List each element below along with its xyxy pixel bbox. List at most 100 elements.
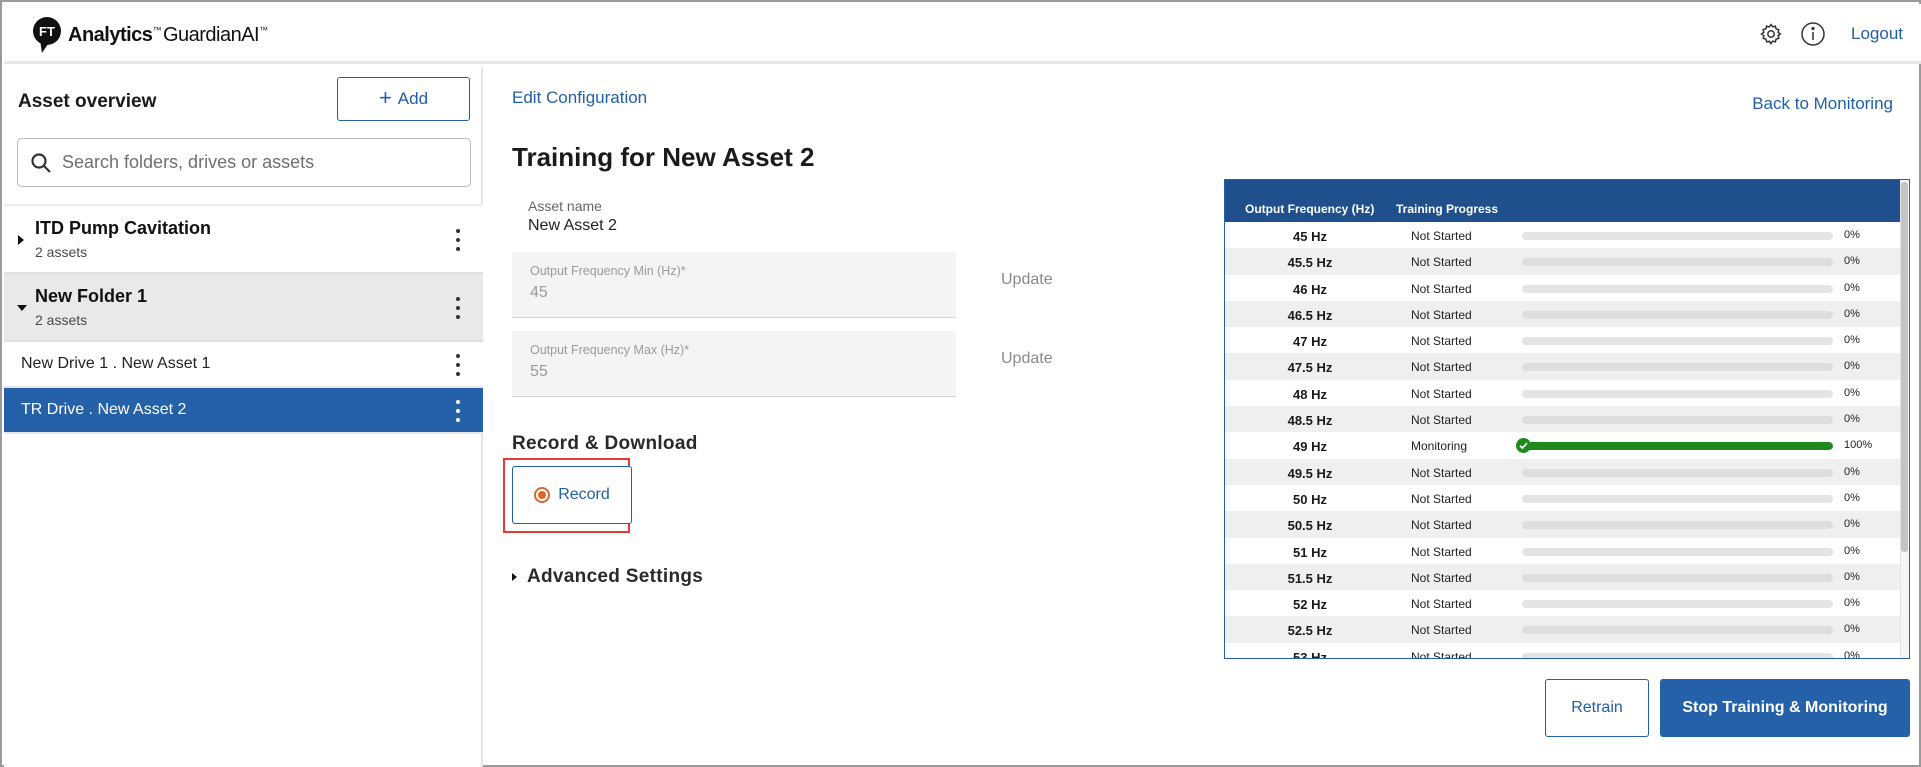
table-row: 51 Hz Not Started 0% [1225, 538, 1900, 564]
asset-name: TR Drive . New Asset 2 [21, 401, 187, 418]
record-button-label: Record [558, 486, 610, 503]
table-row: 47.5 Hz Not Started 0% [1225, 353, 1900, 380]
logo-product: GuardianAI [162, 23, 260, 46]
logo-badge-text: FT [39, 24, 55, 39]
frequency-cell: 48 Hz [1293, 386, 1327, 402]
logo-text: Analytics ™ GuardianAI ™ [68, 24, 268, 47]
stop-training-monitoring-button[interactable]: Stop Training & Monitoring [1660, 679, 1910, 737]
header-actions: Logout [1757, 20, 1903, 48]
more-options-icon[interactable] [455, 229, 461, 251]
freq-min-input[interactable] [530, 284, 930, 302]
update-max-button[interactable]: Update [1001, 350, 1053, 368]
frequency-cell: 53 Hz [1293, 649, 1327, 659]
table-header: Output Frequency (Hz) Training Progress [1225, 180, 1900, 222]
top-header: FT Analytics ™ GuardianAI ™ Logout [4, 4, 1921, 64]
progress-bar [1522, 310, 1833, 319]
table-row: 50 Hz Not Started 0% [1225, 485, 1900, 511]
update-min-button[interactable]: Update [1001, 271, 1053, 289]
status-cell: Not Started [1411, 597, 1472, 612]
record-icon [534, 487, 551, 503]
asset-name-label: Asset name [528, 198, 602, 214]
progress-percent: 0% [1844, 229, 1860, 241]
freq-max-input[interactable] [530, 363, 930, 381]
status-cell: Not Started [1411, 465, 1472, 480]
caret-down-icon[interactable] [17, 305, 27, 311]
status-cell: Not Started [1411, 491, 1472, 506]
gear-icon[interactable] [1757, 20, 1785, 48]
progress-bar [1522, 258, 1833, 267]
progress-percent: 0% [1844, 597, 1860, 610]
search-input[interactable] [62, 152, 442, 173]
frequency-cell: 50 Hz [1293, 491, 1327, 507]
app-logo: FT Analytics ™ GuardianAI ™ [32, 16, 268, 54]
record-button[interactable]: Record [512, 466, 632, 524]
retrain-button[interactable]: Retrain [1545, 679, 1649, 737]
status-cell: Not Started [1411, 649, 1472, 659]
folder-name: New Folder 1 [35, 286, 148, 306]
status-cell: Not Started [1411, 413, 1472, 428]
main-content: Edit Configuration Back to Monitoring Tr… [485, 67, 1921, 767]
status-cell: Not Started [1411, 386, 1472, 401]
progress-bar [1522, 573, 1833, 582]
asset-item-new-asset-2[interactable]: TR Drive . New Asset 2 [4, 388, 483, 434]
progress-percent: 0% [1844, 649, 1860, 659]
advanced-settings-label: Advanced Settings [527, 566, 704, 587]
sidebar-title: Asset overview [18, 91, 157, 112]
add-button-label: Add [397, 89, 429, 108]
progress-percent: 0% [1844, 307, 1860, 320]
scrollbar-thumb[interactable] [1901, 182, 1908, 552]
progress-bar [1522, 337, 1833, 346]
back-to-monitoring-link[interactable]: Back to Monitoring [1752, 94, 1893, 114]
add-button[interactable]: + Add [337, 77, 470, 121]
caret-right-icon[interactable] [18, 235, 24, 245]
table-row: 53 Hz Not Started 0% [1225, 643, 1900, 659]
more-options-icon[interactable] [455, 354, 461, 376]
progress-bar [1522, 494, 1833, 503]
training-progress-table: Output Frequency (Hz) Training Progress … [1224, 179, 1910, 659]
asset-item-new-asset-1[interactable]: New Drive 1 . New Asset 1 [4, 342, 483, 388]
table-row: 49 Hz Monitoring 100% [1225, 432, 1900, 458]
table-row: 49.5 Hz Not Started 0% [1225, 458, 1900, 485]
status-cell: Not Started [1411, 623, 1472, 638]
check-circle-icon [1516, 438, 1531, 454]
more-options-icon[interactable] [455, 400, 461, 422]
logout-link[interactable]: Logout [1851, 24, 1903, 44]
plus-icon: + [378, 84, 392, 110]
progress-percent: 0% [1844, 623, 1860, 636]
progress-bar [1522, 232, 1833, 240]
status-cell: Not Started [1411, 281, 1472, 296]
progress-bar [1522, 284, 1833, 293]
table-row: 52.5 Hz Not Started 0% [1225, 616, 1900, 643]
progress-bar [1522, 389, 1833, 398]
status-cell: Not Started [1411, 518, 1472, 533]
table-row: 45.5 Hz Not Started 0% [1225, 248, 1900, 275]
ft-logo-icon: FT [32, 16, 64, 54]
logo-brand-tm: ™ [152, 24, 161, 35]
freq-max-label: Output Frequency Max (Hz)* [530, 343, 690, 357]
freq-max-field: Output Frequency Max (Hz)* [512, 331, 956, 397]
table-row: 48.5 Hz Not Started 0% [1225, 406, 1900, 433]
status-cell: Not Started [1411, 544, 1472, 559]
advanced-settings-toggle[interactable]: Advanced Settings [512, 566, 703, 588]
frequency-cell: 52 Hz [1293, 597, 1327, 613]
progress-percent: 100% [1844, 439, 1873, 452]
more-options-icon[interactable] [455, 297, 461, 319]
status-cell: Not Started [1411, 255, 1472, 270]
edit-configuration-link[interactable]: Edit Configuration [512, 88, 647, 108]
progress-bar [1522, 521, 1833, 530]
table-row: 45 Hz Not Started 0% [1225, 222, 1900, 248]
folder-item-itd-pump-cavitation[interactable]: ITD Pump Cavitation 2 assets [4, 206, 483, 274]
folder-item-new-folder-1[interactable]: New Folder 1 2 assets [4, 274, 483, 342]
info-icon[interactable] [1799, 20, 1827, 48]
progress-bar [1522, 363, 1833, 372]
freq-min-field: Output Frequency Min (Hz)* [512, 252, 956, 318]
progress-percent: 0% [1844, 360, 1860, 373]
progress-bar [1522, 442, 1833, 451]
table-scrollbar[interactable] [1900, 180, 1909, 658]
freq-min-label: Output Frequency Min (Hz)* [530, 264, 686, 278]
table-row: 46 Hz Not Started 0% [1225, 275, 1900, 301]
progress-percent: 0% [1844, 518, 1860, 531]
status-cell: Not Started [1411, 229, 1472, 243]
status-cell: Not Started [1411, 307, 1472, 322]
folder-asset-count: 2 assets [35, 312, 88, 328]
